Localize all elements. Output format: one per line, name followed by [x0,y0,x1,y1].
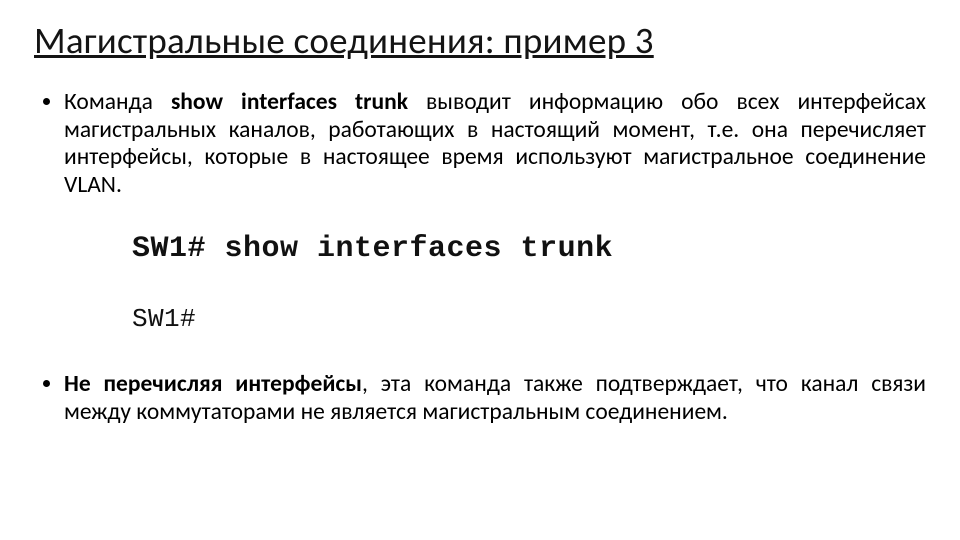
slide-title: Магистральные соединения: пример 3 [34,18,926,63]
bullet-item-2: Не перечисляя интерфейсы, эта команда та… [64,371,926,426]
cli-output: SW1# show interfaces trunk SW1# [132,224,926,341]
bullet-item-1: Команда show interfaces trunk выводит ин… [64,89,926,200]
bullet2-lead: Не перечисляя интерфейсы [64,370,362,398]
slide: Магистральные соединения: пример 3 Коман… [0,0,960,540]
bullet1-lead: Команда [64,88,171,116]
cli-line-2: SW1# [132,297,926,341]
bullet-list-2: Не перечисляя интерфейсы, эта команда та… [34,371,926,426]
bullet-list: Команда show interfaces trunk выводит ин… [34,89,926,200]
cli-line-1: SW1# show interfaces trunk [132,224,926,275]
bullet1-command: show interfaces trunk [171,88,408,116]
